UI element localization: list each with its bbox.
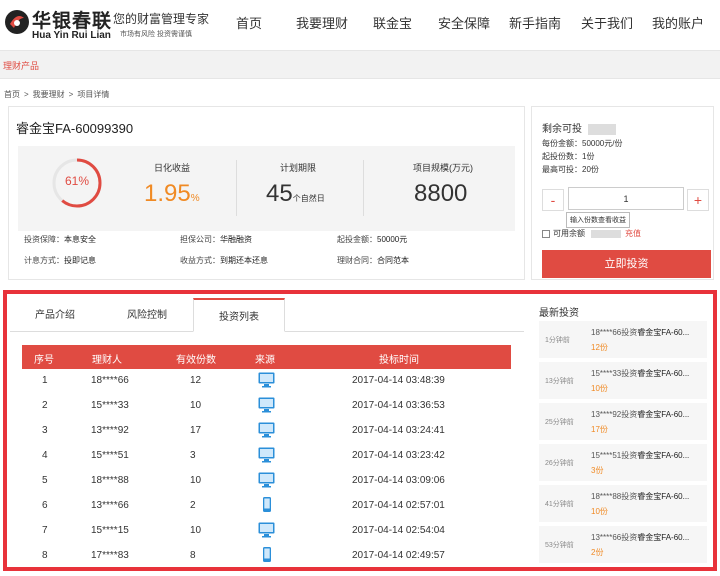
avail-blurred bbox=[591, 229, 621, 238]
rate-label: 日化收益 bbox=[154, 163, 191, 173]
term-value: 45个自然日 bbox=[266, 180, 325, 208]
available-balance: 可用余额 充值 bbox=[542, 228, 641, 239]
nav-home[interactable]: 首页 bbox=[236, 13, 262, 32]
info-repayment: 收益方式：到期还本还息 bbox=[180, 255, 268, 266]
invest-now-button[interactable]: 立即投资 bbox=[542, 250, 711, 278]
buy-panel: 剩余可投 每份金额：50000元/份 起投份数：1份 最高可投：20份 - + … bbox=[531, 106, 714, 280]
product-stats: 61% 日化收益 1.95% 计划期限 45个自然日 项目规模(万元) 8800 bbox=[18, 146, 515, 231]
info-key: 计息方式： bbox=[24, 256, 64, 265]
breadcrumb: 首页 > 我要理财 > 项目详情 bbox=[4, 89, 113, 100]
info-val: 投即记息 bbox=[64, 256, 96, 265]
info-guarantee: 投资保障：本息安全 bbox=[24, 234, 96, 245]
info-guarantor: 担保公司：华融融资 bbox=[180, 234, 252, 245]
qty-plus-button[interactable]: + bbox=[687, 189, 709, 211]
qty-input[interactable] bbox=[568, 187, 684, 210]
info-val: 到期还本还息 bbox=[220, 256, 268, 265]
progress-ring: 61% bbox=[51, 155, 103, 211]
crumb-invest[interactable]: 我要理财 bbox=[33, 90, 65, 99]
logo-text-cn: 华银春联 bbox=[32, 11, 113, 32]
info-contract: 理财合同：合同范本 bbox=[337, 255, 409, 266]
stat-divider bbox=[363, 160, 364, 216]
nav-guide[interactable]: 新手指南 bbox=[509, 13, 561, 32]
product-panel: 睿金宝FA-60099390 61% 日化收益 1.95% 计划期限 45个自然… bbox=[8, 106, 525, 280]
info-interest: 计息方式：投即记息 bbox=[24, 255, 96, 266]
recharge-link[interactable]: 充值 bbox=[625, 229, 641, 238]
remaining-label: 剩余可投 bbox=[542, 120, 616, 135]
qty-minus-button[interactable]: - bbox=[542, 189, 564, 211]
remaining-text: 剩余可投 bbox=[542, 124, 582, 135]
use-balance-checkbox[interactable] bbox=[542, 229, 550, 238]
rate-unit: % bbox=[190, 193, 200, 204]
info-key: 理财合同： bbox=[337, 256, 377, 265]
contract-link[interactable]: 合同范本 bbox=[377, 256, 409, 265]
info-key: 收益方式： bbox=[180, 256, 220, 265]
term-number: 45 bbox=[266, 180, 293, 207]
site-header: 华银春联 Hua Yin Rui Lian 您的财富管理专家 市场有风险 投资需… bbox=[0, 0, 720, 50]
crumb-home[interactable]: 首页 bbox=[4, 90, 20, 99]
term-unit: 个自然日 bbox=[292, 194, 325, 203]
info-key: 起投金额： bbox=[337, 235, 377, 244]
qty-tooltip: 输入份数查看收益 bbox=[566, 212, 630, 228]
slogan-sub: 市场有风险 投资需谨慎 bbox=[120, 31, 192, 38]
crumb-sep: > bbox=[24, 90, 29, 99]
rate-number: 1.95 bbox=[144, 180, 191, 207]
nav-lianjinbao[interactable]: 联金宝 bbox=[373, 13, 412, 32]
per-share: 每份金额：50000元/份 bbox=[542, 139, 623, 148]
logo-icon bbox=[5, 10, 29, 34]
nav-security[interactable]: 安全保障 bbox=[438, 13, 490, 32]
scale-label: 项目规模(万元) bbox=[413, 163, 473, 173]
info-val: 本息安全 bbox=[64, 235, 96, 244]
scale-value: 8800 bbox=[414, 180, 468, 207]
highlight-box bbox=[3, 290, 717, 571]
term-label: 计划期限 bbox=[280, 163, 317, 173]
avail-label: 可用余额 bbox=[553, 229, 585, 238]
subnav-products[interactable]: 理财产品 bbox=[3, 59, 39, 72]
min-shares: 起投份数：1份 bbox=[542, 152, 595, 161]
nav-account[interactable]: 我的账户 bbox=[652, 13, 704, 32]
info-key: 担保公司： bbox=[180, 235, 220, 244]
rate-value: 1.95% bbox=[144, 180, 200, 208]
info-val: 华融融资 bbox=[220, 235, 252, 244]
crumb-detail: 项目详情 bbox=[77, 90, 110, 99]
nav-invest[interactable]: 我要理财 bbox=[296, 13, 348, 32]
progress-percent: 61% bbox=[64, 174, 90, 188]
info-min-amount: 起投金额：50000元 bbox=[337, 234, 407, 245]
info-key: 投资保障： bbox=[24, 235, 64, 244]
site-logo[interactable]: 华银春联 Hua Yin Rui Lian bbox=[4, 6, 113, 42]
sub-nav: 理财产品 bbox=[0, 50, 720, 79]
slogan: 您的财富管理专家 bbox=[113, 12, 210, 26]
stat-divider bbox=[236, 160, 237, 216]
info-val: 50000元 bbox=[377, 235, 408, 244]
max-shares: 最高可投：20份 bbox=[542, 165, 599, 174]
nav-about[interactable]: 关于我们 bbox=[581, 13, 633, 32]
remaining-blurred bbox=[588, 123, 616, 135]
logo-text-en: Hua Yin Rui Lian bbox=[32, 30, 111, 41]
product-title: 睿金宝FA-60099390 bbox=[16, 121, 134, 136]
crumb-sep: > bbox=[68, 90, 74, 99]
